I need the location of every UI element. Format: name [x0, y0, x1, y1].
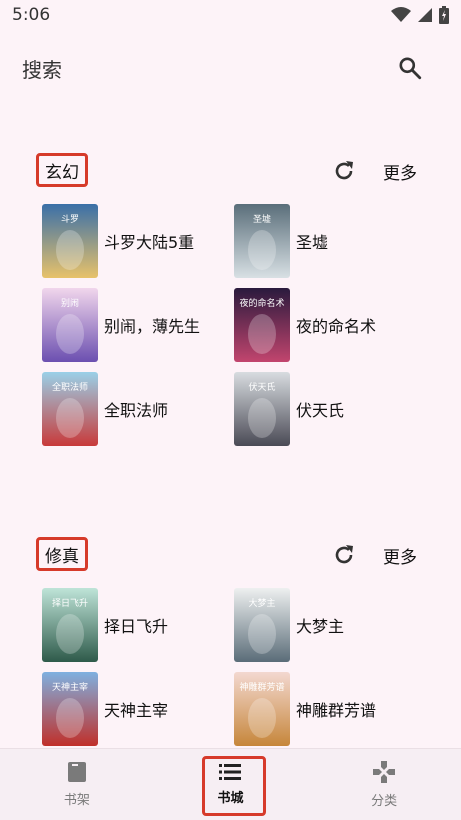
book-cover: 斗罗	[42, 204, 98, 278]
bottom-nav: 书架 书城 分类	[0, 748, 461, 820]
book-cover: 神雕群芳谱	[234, 672, 290, 746]
book-section: 玄幻 更多 斗罗 斗罗大陆5重 圣墟 圣墟 别闹 别闹，薄先生 夜的命名术 夜的命名术 全职法师 全职…	[0, 153, 461, 447]
svg-text:择日飞升: 择日飞升	[52, 597, 88, 609]
search-button[interactable]	[395, 53, 425, 83]
book-grid: 斗罗 斗罗大陆5重 圣墟 圣墟 别闹 别闹，薄先生 夜的命名术 夜的命名术 全职法师 全职法师 伏天…	[0, 203, 461, 447]
book-item[interactable]: 全职法师 全职法师	[42, 371, 234, 447]
book-item[interactable]: 斗罗斗罗大陆5重	[42, 203, 234, 279]
svg-text:斗罗: 斗罗	[61, 214, 79, 225]
battery-icon	[439, 6, 449, 24]
book-cover: 择日飞升	[42, 588, 98, 662]
status-bar: 5:06	[0, 0, 461, 30]
book-cover: 圣墟	[234, 204, 290, 278]
book-title: 神雕群芳谱	[296, 701, 377, 720]
svg-text:伏天氏: 伏天氏	[248, 381, 275, 393]
section-header: 修真 更多	[0, 537, 461, 573]
svg-text:大梦主: 大梦主	[248, 597, 275, 609]
book-icon	[67, 762, 86, 782]
section-title: 修真	[36, 537, 88, 571]
nav-label: 书城	[217, 791, 244, 806]
search-icon	[399, 57, 422, 80]
nav-item-bookshelf[interactable]: 书架	[27, 755, 127, 815]
book-item[interactable]: 伏天氏 伏天氏	[234, 371, 426, 447]
book-item[interactable]: 大梦主 大梦主	[234, 587, 426, 663]
book-cover: 伏天氏	[234, 372, 290, 446]
book-cover: 大梦主	[234, 588, 290, 662]
section-actions: 更多	[329, 155, 417, 187]
book-section: 修真 更多 择日飞升 择日飞升 大梦主 大梦主 天神主宰 天神主宰 神雕群芳谱 神雕群芳谱	[0, 537, 461, 747]
refresh-icon	[335, 161, 353, 180]
book-item[interactable]: 天神主宰 天神主宰	[42, 671, 234, 747]
book-title: 全职法师	[104, 401, 169, 420]
status-icons	[391, 6, 449, 24]
page-title: 搜索	[22, 57, 62, 82]
status-time: 5:06	[12, 5, 51, 25]
svg-text:天神主宰: 天神主宰	[52, 681, 88, 693]
book-title: 天神主宰	[104, 701, 169, 720]
book-grid: 择日飞升 择日飞升 大梦主 大梦主 天神主宰 天神主宰 神雕群芳谱 神雕群芳谱	[0, 587, 461, 747]
section-actions: 更多	[329, 539, 417, 571]
list-icon	[219, 764, 242, 780]
book-item[interactable]: 圣墟 圣墟	[234, 203, 426, 279]
book-item[interactable]: 别闹别闹，薄先生	[42, 287, 234, 363]
nav-label: 书架	[63, 793, 90, 808]
nav-item-category[interactable]: 分类	[334, 755, 434, 815]
svg-text:全职法师: 全职法师	[52, 381, 88, 393]
book-title: 别闹，薄先生	[104, 317, 201, 336]
svg-text:夜的命名术: 夜的命名术	[239, 297, 284, 309]
wifi-icon	[391, 7, 411, 22]
book-title: 夜的命名术	[296, 317, 377, 336]
book-item[interactable]: 神雕群芳谱 神雕群芳谱	[234, 671, 426, 747]
book-title: 圣墟	[296, 233, 329, 252]
book-item[interactable]: 夜的命名术 夜的命名术	[234, 287, 426, 363]
book-cover: 夜的命名术	[234, 288, 290, 362]
refresh-button[interactable]	[329, 156, 359, 186]
refresh-button[interactable]	[329, 540, 359, 570]
more-link[interactable]: 更多	[383, 543, 417, 568]
svg-text:圣墟: 圣墟	[253, 213, 271, 225]
section-title: 玄幻	[36, 153, 88, 187]
svg-text:神雕群芳谱: 神雕群芳谱	[239, 681, 284, 693]
category-icon	[373, 761, 396, 783]
nav-item-bookstore[interactable]: 书城	[180, 755, 280, 815]
book-title: 伏天氏	[296, 401, 345, 420]
book-title: 斗罗大陆5重	[104, 233, 195, 252]
book-cover: 天神主宰	[42, 672, 98, 746]
more-link[interactable]: 更多	[383, 159, 417, 184]
book-title: 大梦主	[296, 617, 345, 636]
svg-text:别闹: 别闹	[61, 297, 79, 309]
book-cover: 别闹	[42, 288, 98, 362]
section-header: 玄幻 更多	[0, 153, 461, 189]
nav-label: 分类	[371, 794, 398, 809]
book-item[interactable]: 择日飞升 择日飞升	[42, 587, 234, 663]
book-title: 择日飞升	[104, 617, 169, 636]
book-cover: 全职法师	[42, 372, 98, 446]
app-bar: 搜索	[0, 42, 461, 94]
refresh-icon	[335, 545, 353, 564]
signal-icon	[418, 8, 432, 22]
